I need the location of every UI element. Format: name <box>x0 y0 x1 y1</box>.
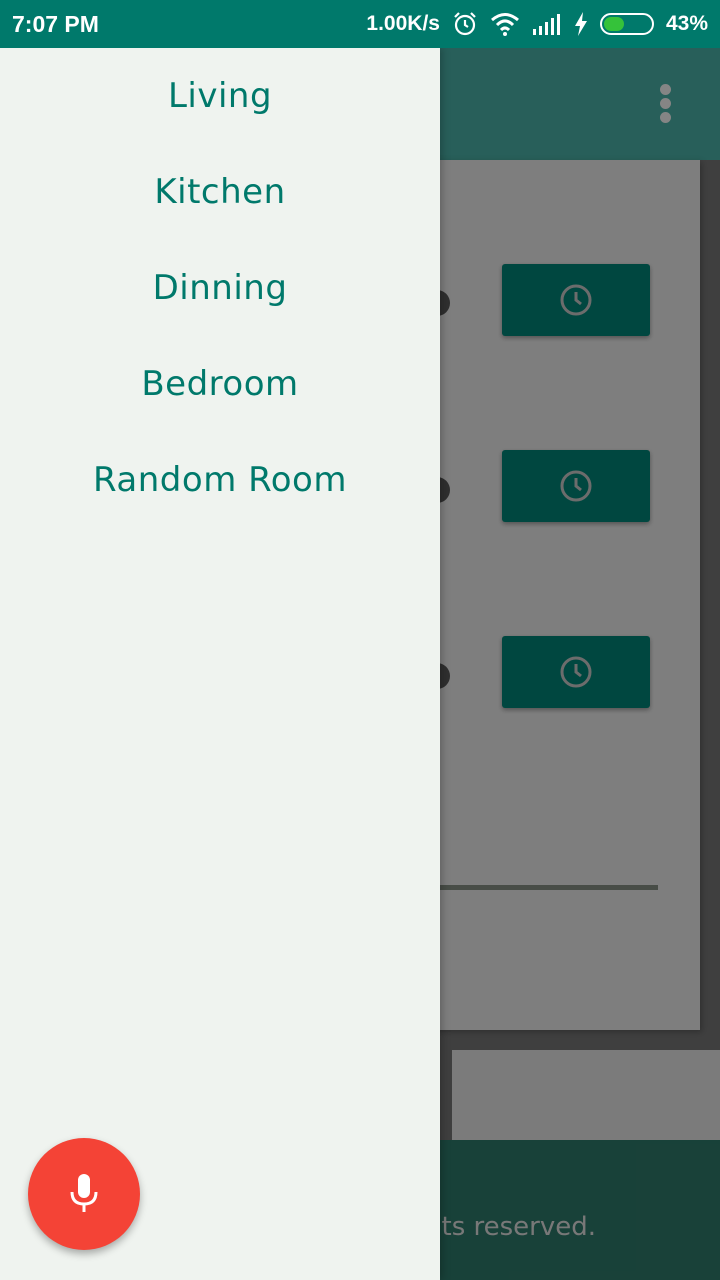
wifi-icon <box>490 12 520 36</box>
drawer-item-label: Kitchen <box>154 172 286 212</box>
voice-input-button[interactable] <box>28 1138 140 1250</box>
drawer-item-living[interactable]: Living <box>0 48 440 144</box>
network-speed: 1.00K/s <box>366 12 440 35</box>
drawer-item-random-room[interactable]: Random Room <box>0 432 440 528</box>
status-bar: 7:07 PM 1.00K/s 43% <box>0 0 720 48</box>
alarm-icon <box>452 11 478 37</box>
drawer-item-dinning[interactable]: Dinning <box>0 240 440 336</box>
screen: 7:07 PM 1.00K/s 43% nts reserved. Living… <box>0 0 720 1280</box>
drawer-item-kitchen[interactable]: Kitchen <box>0 144 440 240</box>
drawer-item-label: Bedroom <box>141 364 299 404</box>
drawer-item-label: Dinning <box>152 268 288 308</box>
drawer-item-label: Random Room <box>93 460 347 500</box>
battery-icon <box>599 13 654 35</box>
status-time: 7:07 PM <box>12 10 99 37</box>
microphone-icon <box>70 1174 98 1212</box>
battery-level <box>603 17 624 31</box>
battery-percent: 43% <box>665 12 708 35</box>
navigation-drawer: Living Kitchen Dinning Bedroom Random Ro… <box>0 48 440 1280</box>
signal-icon <box>532 13 562 35</box>
drawer-item-label: Living <box>167 76 273 116</box>
drawer-item-bedroom[interactable]: Bedroom <box>0 336 440 432</box>
status-indicators: 1.00K/s 43% <box>366 11 708 37</box>
charging-icon <box>574 12 588 36</box>
